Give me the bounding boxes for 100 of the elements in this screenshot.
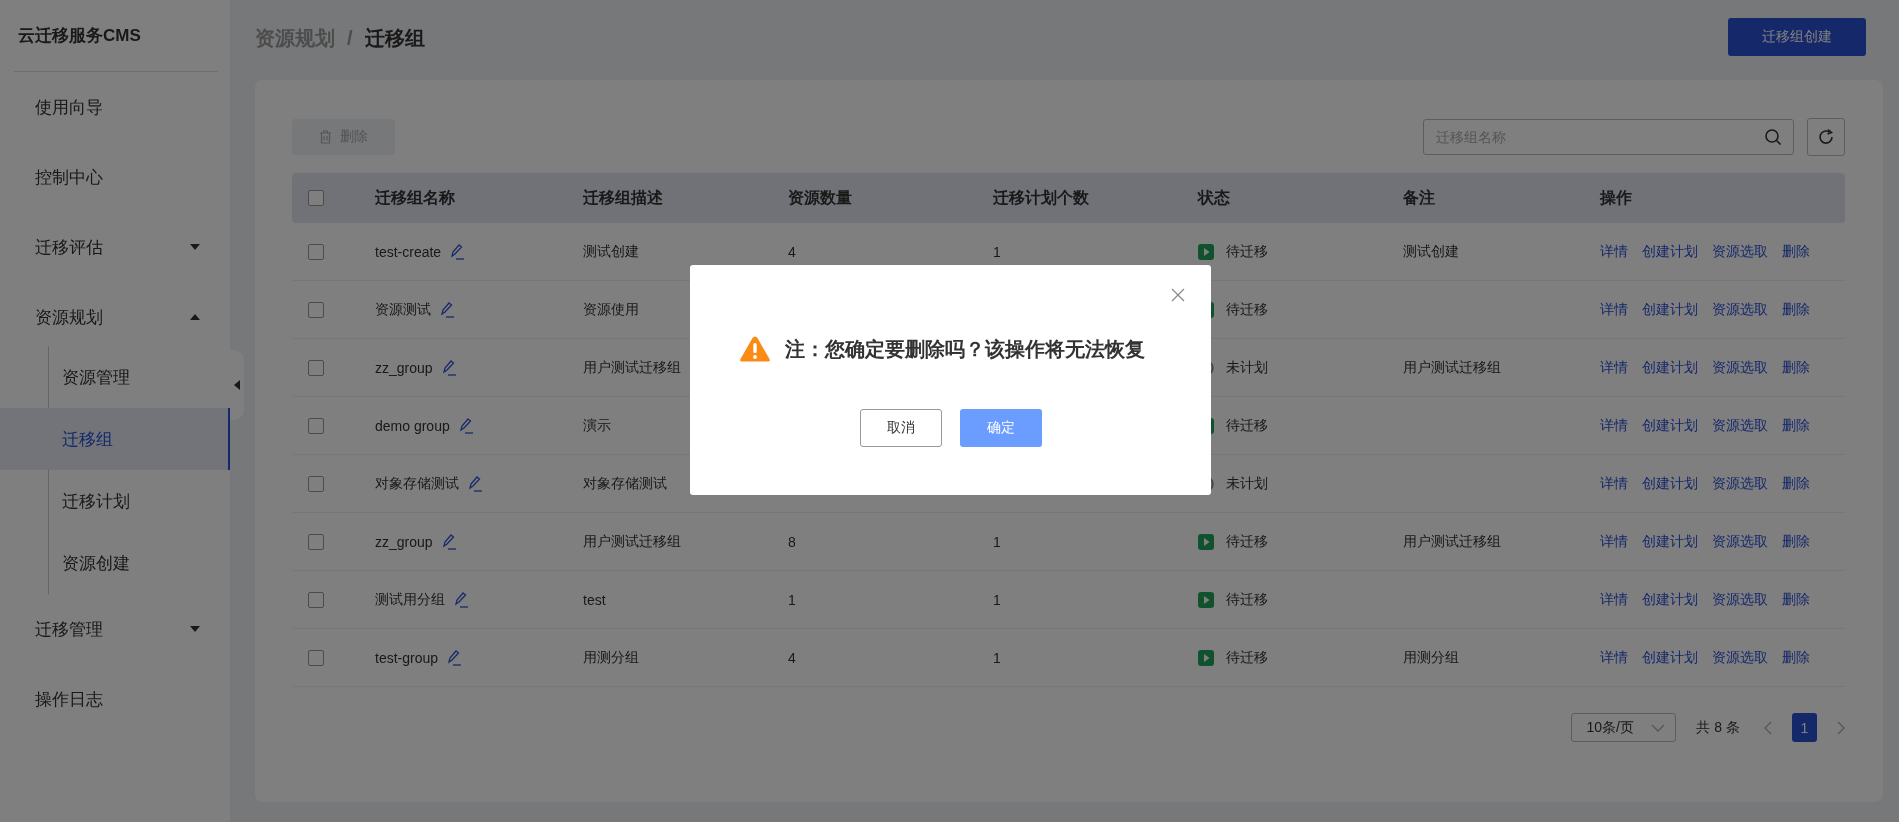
action-link[interactable]: 删除	[1782, 358, 1810, 377]
table-cell: 1	[993, 591, 1001, 608]
menu-item[interactable]: 操作日志	[0, 664, 230, 734]
row-checkbox[interactable]	[308, 359, 324, 376]
previous-page-icon[interactable]	[1764, 720, 1772, 735]
status-text: 待迁移	[1226, 416, 1268, 435]
action-link[interactable]: 创建计划	[1642, 474, 1698, 493]
create-group-button[interactable]: 迁移组创建	[1728, 18, 1866, 56]
action-link[interactable]: 创建计划	[1642, 532, 1698, 551]
row-checkbox[interactable]	[308, 301, 324, 318]
edit-icon[interactable]	[440, 358, 457, 377]
column-header: 迁移计划个数	[993, 187, 1090, 208]
status-text: 待迁移	[1226, 242, 1268, 261]
refresh-button[interactable]	[1807, 117, 1845, 156]
table-cell: 对象存储测试	[583, 474, 667, 493]
status-text: 未计划	[1226, 474, 1268, 493]
column-header: 资源数量	[788, 187, 853, 208]
confirm-button[interactable]: 确定	[959, 409, 1042, 447]
next-page-icon[interactable]	[1837, 720, 1845, 735]
action-link[interactable]: 资源选取	[1712, 474, 1768, 493]
table-cell: 测试用分组	[375, 590, 445, 609]
breadcrumb-separator: /	[347, 26, 353, 50]
menu-item[interactable]: 迁移评估	[0, 212, 230, 282]
table-cell: demo group	[375, 417, 450, 434]
edit-icon[interactable]	[453, 590, 469, 609]
action-link[interactable]: 创建计划	[1642, 358, 1698, 377]
action-link[interactable]: 删除	[1782, 300, 1810, 319]
action-link[interactable]: 删除	[1782, 474, 1810, 493]
menu-item[interactable]: 使用向导	[0, 72, 230, 142]
table-cell: 4	[788, 243, 796, 260]
action-link[interactable]: 详情	[1600, 532, 1628, 551]
action-link[interactable]: 创建计划	[1642, 242, 1698, 261]
status-text: 待迁移	[1226, 648, 1268, 667]
menu-item[interactable]: 控制中心	[0, 142, 230, 212]
action-link[interactable]: 创建计划	[1642, 590, 1698, 609]
action-link[interactable]: 创建计划	[1642, 648, 1698, 667]
submenu-item[interactable]: 迁移组	[0, 408, 230, 470]
table-cell: test-create	[375, 243, 442, 260]
edit-icon[interactable]	[467, 474, 483, 493]
select-all-checkbox[interactable]	[308, 190, 324, 206]
row-checkbox[interactable]	[308, 243, 324, 260]
table-cell: 用户测试迁移组	[1403, 532, 1501, 551]
action-link[interactable]: 创建计划	[1642, 416, 1698, 435]
edit-icon[interactable]	[457, 416, 474, 435]
action-link[interactable]: 资源选取	[1712, 242, 1768, 261]
row-checkbox[interactable]	[308, 649, 324, 666]
column-header: 迁移组名称	[375, 187, 456, 208]
action-link[interactable]: 详情	[1600, 590, 1628, 609]
action-link[interactable]: 删除	[1782, 532, 1810, 551]
action-link[interactable]: 详情	[1600, 416, 1628, 435]
edit-icon[interactable]	[446, 648, 463, 667]
close-icon[interactable]	[1171, 288, 1185, 302]
column-header: 迁移组描述	[583, 187, 664, 208]
breadcrumb-item: 迁移组	[364, 25, 425, 51]
action-link[interactable]: 创建计划	[1642, 300, 1698, 319]
column-header: 操作	[1600, 187, 1633, 208]
action-link[interactable]: 资源选取	[1712, 416, 1768, 435]
row-checkbox[interactable]	[308, 533, 324, 550]
row-checkbox[interactable]	[308, 475, 324, 492]
status-text: 待迁移	[1226, 300, 1268, 319]
menu-item[interactable]: 迁移管理	[0, 594, 230, 664]
action-link[interactable]: 资源选取	[1712, 532, 1768, 551]
row-checkbox[interactable]	[308, 417, 324, 434]
table-cell: 1	[788, 591, 796, 608]
submenu-item[interactable]: 迁移计划	[0, 470, 230, 532]
refresh-icon	[1817, 127, 1835, 146]
edit-icon[interactable]	[440, 532, 457, 551]
action-link[interactable]: 删除	[1782, 242, 1810, 261]
column-header: 状态	[1198, 187, 1231, 208]
collapse-handle[interactable]	[230, 350, 244, 420]
dialog-message: 注：您确定要删除吗？该操作将无法恢复	[785, 336, 1145, 362]
table-cell: 用户测试迁移组	[583, 358, 681, 377]
action-link[interactable]: 资源选取	[1712, 358, 1768, 377]
action-link[interactable]: 详情	[1600, 474, 1628, 493]
action-link[interactable]: 详情	[1600, 358, 1628, 377]
action-link[interactable]: 删除	[1782, 648, 1810, 667]
action-link[interactable]: 详情	[1600, 648, 1628, 667]
action-link[interactable]: 资源选取	[1712, 300, 1768, 319]
table-cell: 1	[993, 243, 1001, 260]
cancel-button[interactable]: 取消	[859, 409, 942, 447]
action-link[interactable]: 删除	[1782, 416, 1810, 435]
table-cell: test-group	[375, 649, 439, 666]
action-link[interactable]: 详情	[1600, 242, 1628, 261]
action-link[interactable]: 资源选取	[1712, 648, 1768, 667]
edit-icon[interactable]	[449, 242, 466, 261]
action-link[interactable]: 资源选取	[1712, 590, 1768, 609]
action-link[interactable]: 详情	[1600, 300, 1628, 319]
row-checkbox[interactable]	[308, 591, 324, 608]
table-cell: 1	[993, 533, 1001, 550]
table-cell: 测试创建	[583, 242, 639, 261]
action-link[interactable]: 删除	[1782, 590, 1810, 609]
edit-icon[interactable]	[439, 300, 455, 319]
page-size-select[interactable]: 10条/页	[1571, 713, 1677, 742]
submenu-item[interactable]: 资源创建	[0, 532, 230, 594]
chevron-down-icon	[1651, 723, 1666, 732]
table-cell: zz_group	[375, 533, 433, 550]
page-button[interactable]: 1	[1792, 713, 1817, 742]
status-text: 待迁移	[1226, 590, 1268, 609]
table-cell: 资源使用	[583, 300, 639, 319]
table-cell: 4	[788, 649, 796, 666]
